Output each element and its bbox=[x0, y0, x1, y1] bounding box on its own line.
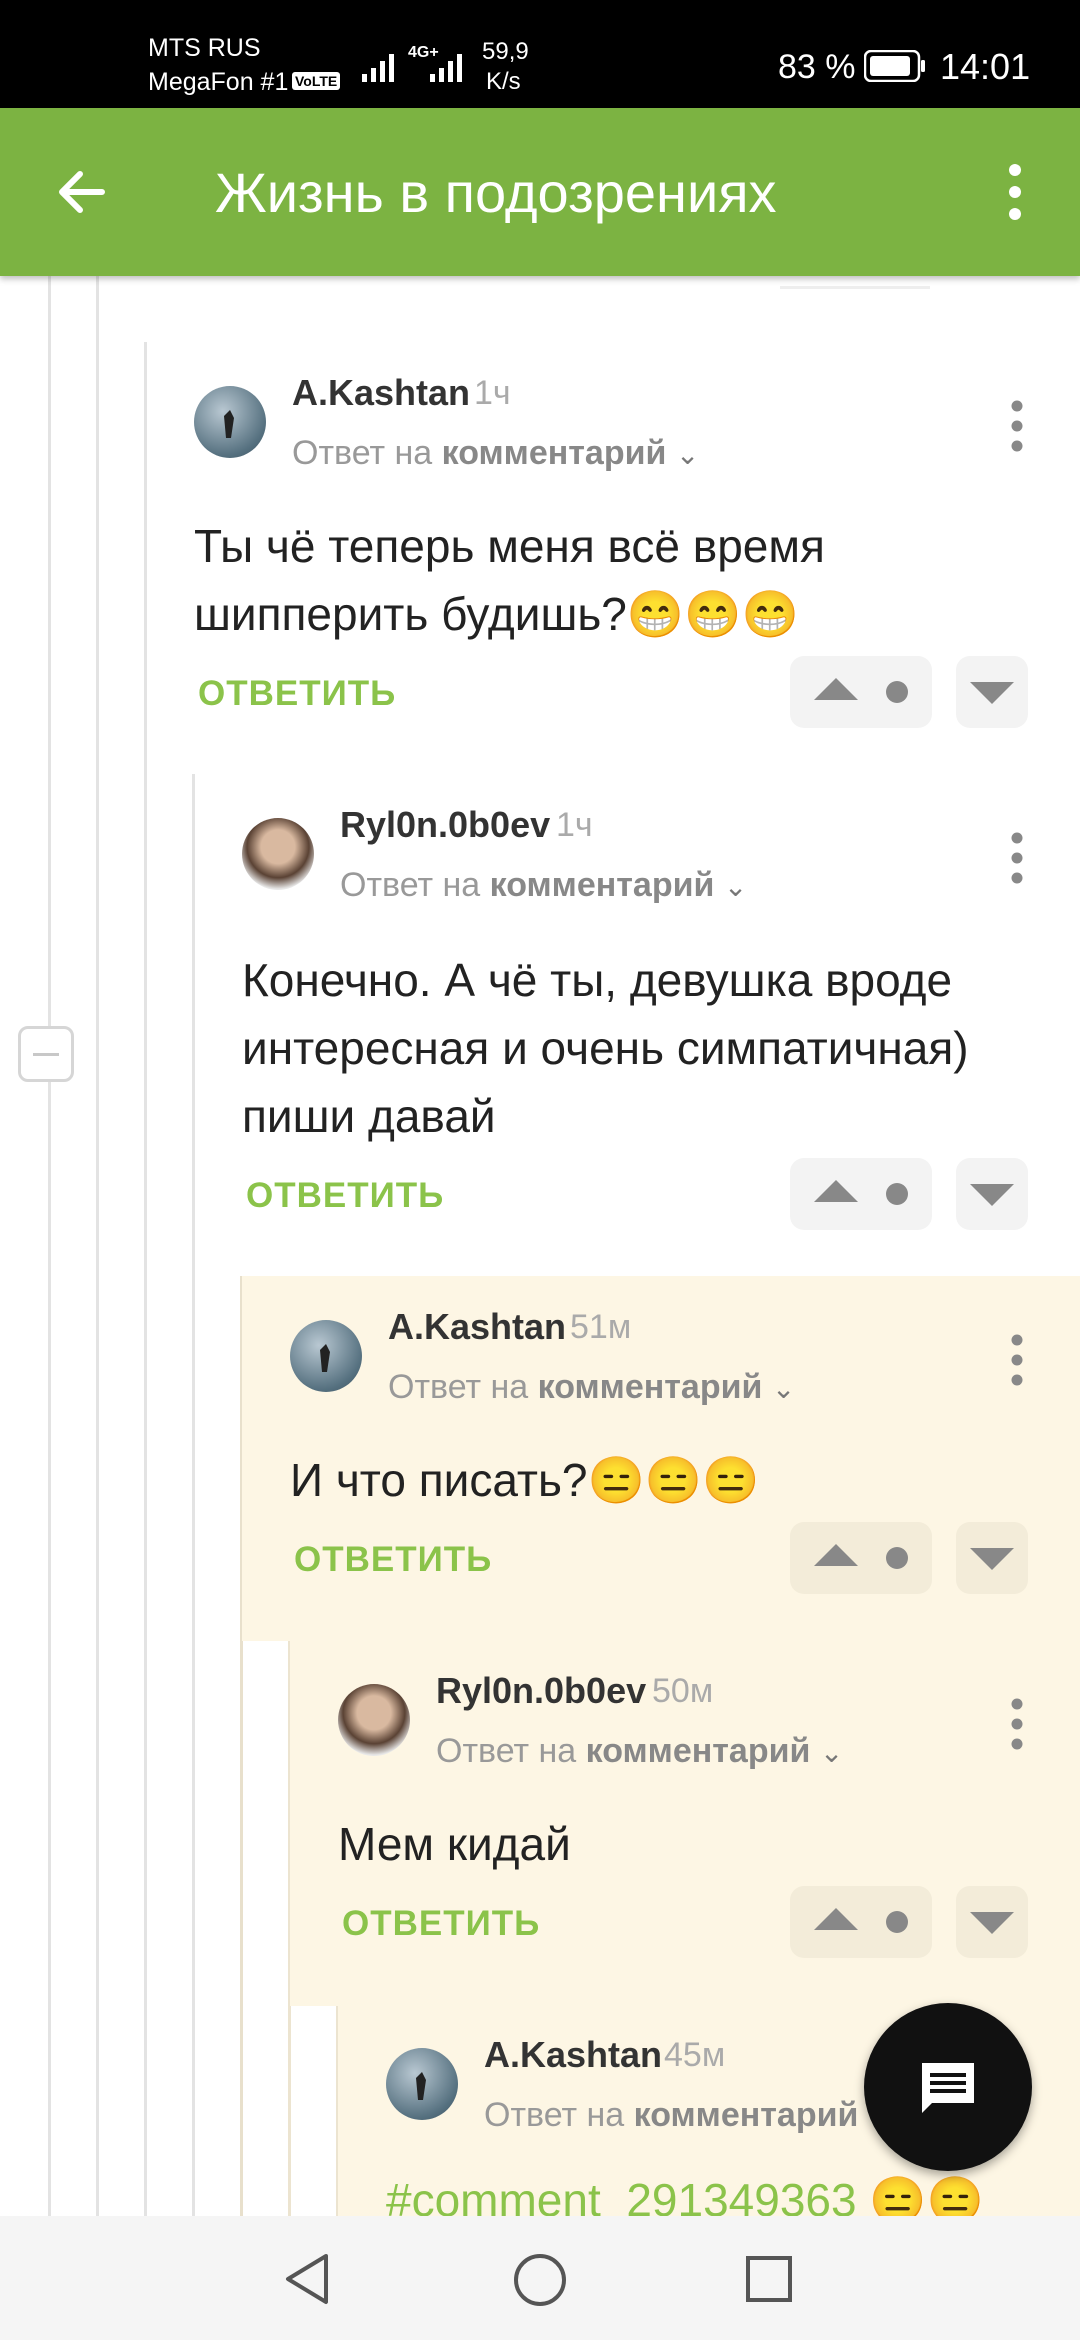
page-title: Жизнь в подозрениях bbox=[215, 161, 777, 224]
overflow-menu-icon[interactable] bbox=[1000, 160, 1030, 224]
back-arrow-icon[interactable] bbox=[52, 162, 112, 222]
battery-icon bbox=[863, 49, 926, 83]
system-nav-bar bbox=[0, 2216, 1080, 2340]
status-bar: MTS RUS MegaFon #1 VoLTE 4G+ 59,9 K/s 83… bbox=[0, 0, 1080, 108]
comments-thread: A.Kashtan 1ч Ответ на комментарий ⌄ Ты ч… bbox=[0, 276, 1080, 2216]
reply-to-prefix: Ответ на bbox=[484, 2096, 625, 2134]
back-nav-icon[interactable] bbox=[282, 2252, 334, 2306]
clock: 14:01 bbox=[940, 46, 1031, 87]
net-speed-value: 59,9 bbox=[482, 38, 529, 65]
net-speed-unit: K/s bbox=[486, 68, 521, 95]
chat-icon bbox=[916, 2057, 980, 2121]
comment-time: 45м bbox=[664, 2036, 726, 2074]
comment-item: A.Kashtan 45м Ответ на комментарий #comm… bbox=[0, 276, 1080, 2216]
avatar[interactable] bbox=[386, 2048, 458, 2120]
carrier-2: MegaFon #1 bbox=[148, 68, 289, 96]
reply-to-link[interactable]: комментарий bbox=[634, 2096, 859, 2134]
signal-icon-1 bbox=[362, 50, 402, 82]
comment-text[interactable]: #comment_291349363 😑😑 bbox=[386, 2166, 1076, 2216]
battery-percent: 83 % bbox=[778, 48, 856, 86]
app-bar: Жизнь в подозрениях bbox=[0, 108, 1080, 276]
comment-author[interactable]: A.Kashtan bbox=[484, 2034, 662, 2076]
carrier-1: MTS RUS bbox=[148, 34, 261, 62]
new-comment-fab[interactable] bbox=[864, 2003, 1032, 2171]
reply-to[interactable]: Ответ на комментарий bbox=[484, 2096, 858, 2135]
home-nav-icon[interactable] bbox=[512, 2252, 568, 2308]
recents-nav-icon[interactable] bbox=[744, 2254, 794, 2304]
signal-icon-2 bbox=[430, 50, 470, 82]
volte-badge: VoLTE bbox=[292, 72, 341, 90]
